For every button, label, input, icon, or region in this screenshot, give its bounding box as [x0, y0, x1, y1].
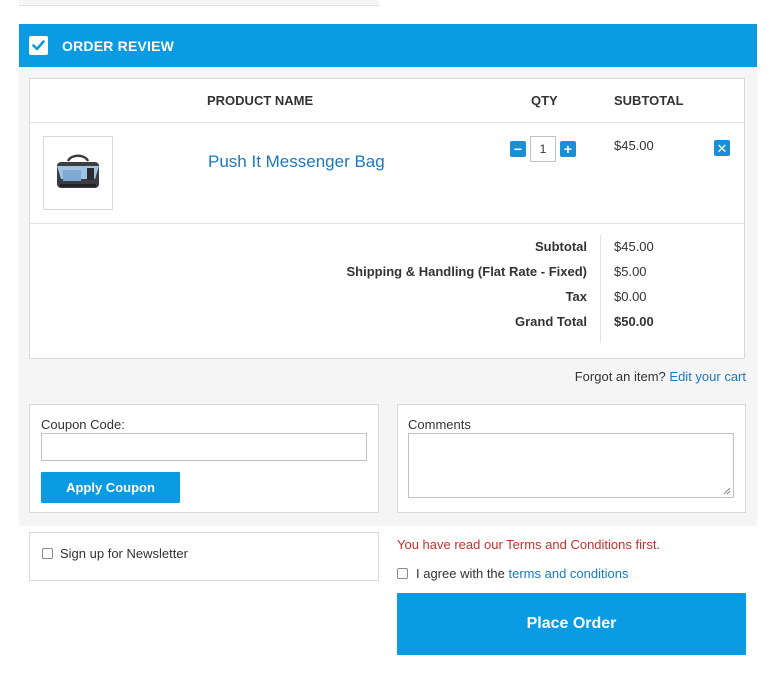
- place-order-button[interactable]: Place Order: [397, 593, 746, 655]
- previous-section-edge: [19, 0, 379, 6]
- quantity-stepper: − 1 +: [510, 136, 576, 162]
- coupon-label: Coupon Code:: [41, 417, 125, 432]
- tax-value: $0.00: [614, 289, 647, 304]
- plus-icon: +: [563, 141, 573, 157]
- shipping-label: Shipping & Handling (Flat Rate - Fixed): [346, 264, 588, 279]
- grand-total-value: $50.00: [614, 314, 654, 329]
- terms-agree-text: I agree with the: [416, 566, 505, 581]
- header-divider: [30, 122, 744, 123]
- order-review-table: PRODUCT NAME QTY SUBTOTAL Push It Messen…: [29, 78, 745, 359]
- newsletter-panel: Sign up for Newsletter: [29, 532, 379, 581]
- terms-agree-label: I agree with the terms and conditions: [416, 566, 628, 581]
- comments-textarea[interactable]: [408, 433, 734, 498]
- newsletter-checkbox[interactable]: [42, 548, 53, 559]
- resize-grip-icon[interactable]: [723, 487, 731, 495]
- product-thumbnail[interactable]: [43, 136, 113, 210]
- subtotal-label: Subtotal: [535, 239, 587, 254]
- newsletter-label: Sign up for Newsletter: [60, 546, 188, 561]
- qty-increase-button[interactable]: +: [560, 141, 576, 157]
- qty-input[interactable]: 1: [530, 136, 556, 162]
- messenger-bag-image: [57, 154, 99, 188]
- totals-row-tax: Tax $0.00: [30, 289, 744, 314]
- order-review-section: ORDER REVIEW PRODUCT NAME QTY SUBTOTAL P…: [19, 24, 757, 526]
- totals-row-grand-total: Grand Total $50.00: [30, 314, 744, 339]
- order-review-header: ORDER REVIEW: [19, 24, 757, 67]
- qty-decrease-button[interactable]: −: [510, 141, 526, 157]
- items-divider: [30, 223, 744, 224]
- coupon-code-input[interactable]: [41, 433, 367, 461]
- totals-row-subtotal: Subtotal $45.00: [30, 239, 744, 264]
- minus-icon: −: [513, 141, 523, 157]
- header-subtotal: SUBTOTAL: [614, 93, 684, 108]
- totals-row-shipping: Shipping & Handling (Flat Rate - Fixed) …: [30, 264, 744, 289]
- section-title: ORDER REVIEW: [62, 37, 175, 54]
- grand-total-label: Grand Total: [515, 314, 587, 329]
- product-name-link[interactable]: Push It Messenger Bag: [208, 152, 385, 172]
- close-icon: ✕: [716, 140, 728, 156]
- apply-coupon-button[interactable]: Apply Coupon: [41, 472, 180, 503]
- terms-checkbox[interactable]: [397, 568, 408, 579]
- terms-warning: You have read our Terms and Conditions f…: [397, 537, 661, 552]
- remove-item-button[interactable]: ✕: [714, 140, 730, 156]
- item-subtotal: $45.00: [614, 138, 654, 153]
- shipping-value: $5.00: [614, 264, 647, 279]
- subtotal-value: $45.00: [614, 239, 654, 254]
- terms-link[interactable]: terms and conditions: [509, 566, 629, 581]
- coupon-panel: Coupon Code: Apply Coupon: [29, 404, 379, 513]
- header-qty: QTY: [531, 93, 558, 108]
- edit-cart-link[interactable]: Edit your cart: [669, 369, 746, 384]
- forgot-item-text: Forgot an item?: [574, 369, 666, 384]
- comments-label: Comments: [408, 417, 471, 432]
- tax-label: Tax: [565, 289, 587, 304]
- comments-panel: Comments: [397, 404, 746, 513]
- header-product-name: PRODUCT NAME: [207, 93, 314, 108]
- check-icon: [29, 36, 48, 55]
- forgot-item-note: Forgot an item? Edit your cart: [575, 369, 746, 384]
